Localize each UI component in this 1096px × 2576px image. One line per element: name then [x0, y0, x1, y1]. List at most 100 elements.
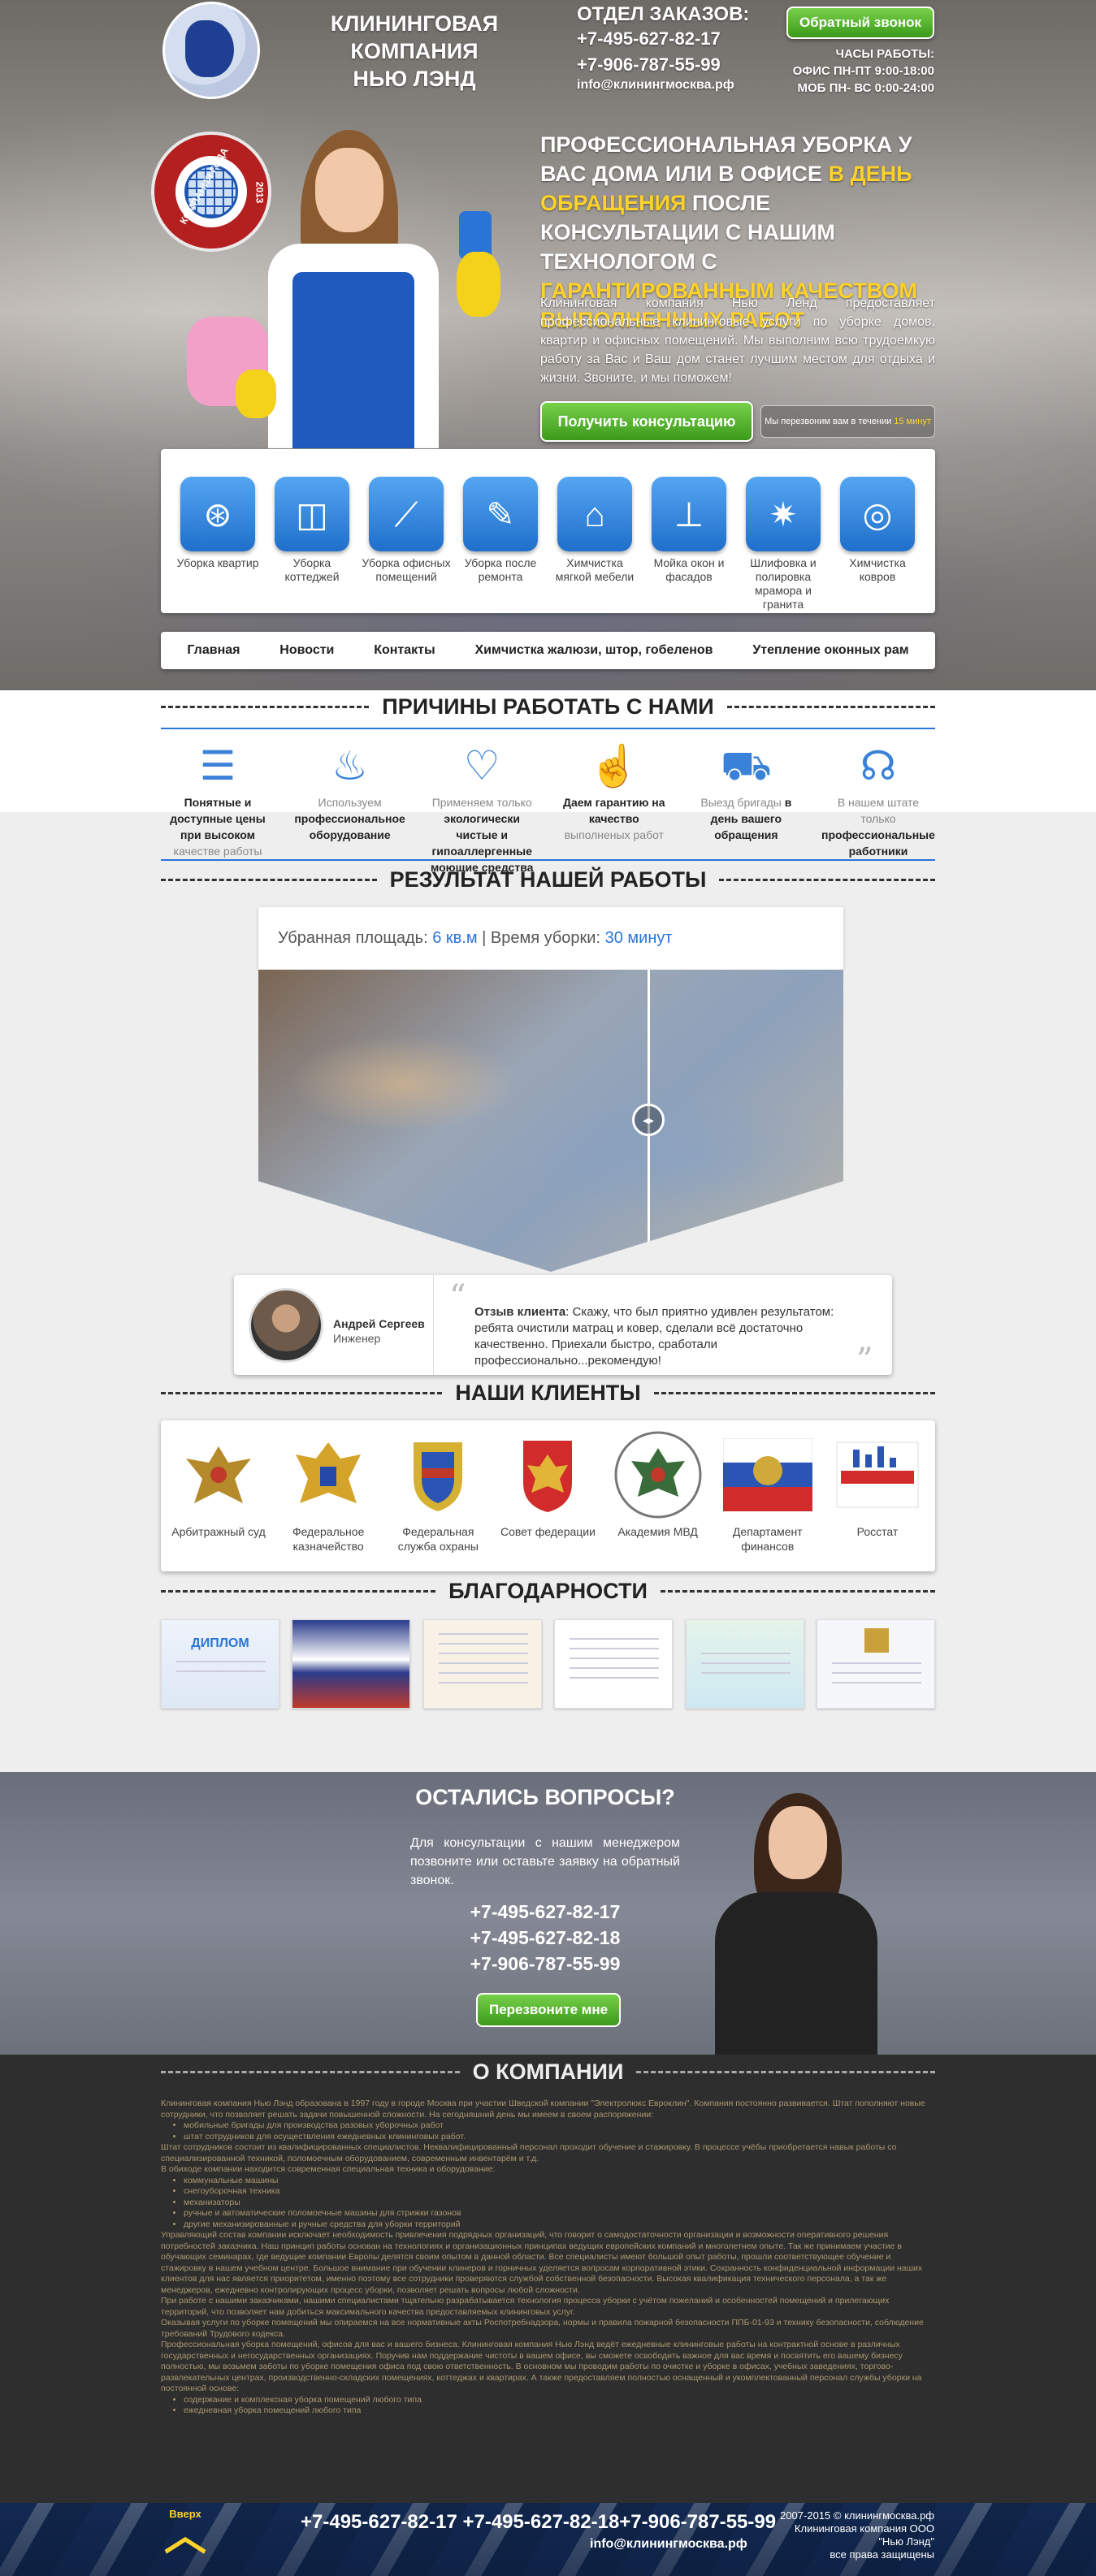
- nav-home[interactable]: Главная: [187, 643, 240, 658]
- thanks-letter[interactable]: [685, 1619, 804, 1709]
- reason-light: Применяем только: [431, 796, 532, 809]
- thanks-letter[interactable]: [292, 1619, 411, 1709]
- callnote-time: 15 минут: [894, 417, 931, 426]
- result-stats: Убранная площадь: 6 кв.м | Время уборки:…: [258, 907, 843, 970]
- service-item[interactable]: ⟋ Уборка офисных помещений: [359, 477, 453, 613]
- about-list-item: содержание и комплексная уборка помещени…: [184, 2395, 935, 2406]
- main-nav: Главная Новости Контакты Химчистка жалюз…: [161, 632, 935, 669]
- header-phone-1[interactable]: +7-495-627-82-17: [577, 26, 749, 52]
- service-item[interactable]: ◎ Химчистка ковров: [830, 477, 925, 613]
- company-name-line1: КЛИНИНГОВАЯ КОМПАНИЯ: [330, 11, 499, 63]
- quote-open-icon: “: [449, 1278, 466, 1316]
- client-item[interactable]: Совет федерации: [498, 1430, 597, 1571]
- reason-item: ☰ Понятные и доступные цены при высоком к…: [161, 737, 275, 875]
- client-review: Андрей Сергеев Инженер “ Отзыв клиента: …: [234, 1275, 892, 1379]
- callback-button[interactable]: Обратный звонок: [786, 6, 934, 39]
- broom-icon: ⟋: [369, 477, 444, 551]
- service-item[interactable]: ⌂ Химчистка мягкой мебели: [548, 477, 642, 613]
- client-label: Академия МВД: [617, 1525, 698, 1538]
- questions-phones: +7-495-627-82-17 +7-495-627-82-18 +7-906…: [410, 1899, 680, 1977]
- reviewer-avatar: [249, 1288, 323, 1363]
- client-item[interactable]: Федеральное казначейство: [279, 1430, 378, 1571]
- service-item[interactable]: ✷ Шлифовка и полировка мрамора и гранита: [736, 477, 830, 613]
- service-label: Шлифовка и полировка мрамора и гранита: [750, 556, 817, 611]
- service-label: Химчистка мягкой мебели: [555, 556, 635, 583]
- coins-icon: ☰: [199, 743, 236, 789]
- orders-block: ОТДЕЛ ЗАКАЗОВ: +7-495-627-82-17 +7-906-7…: [577, 3, 749, 93]
- reasons-list: ☰ Понятные и доступные цены при высоком к…: [161, 737, 935, 875]
- call-me-button[interactable]: Перезвоните мне: [476, 1993, 621, 2027]
- clients-list: Арбитражный суд Федеральное казначейство…: [161, 1420, 935, 1571]
- client-item[interactable]: Арбитражный суд: [169, 1430, 268, 1571]
- thanks-letter[interactable]: ДИПЛОМ: [161, 1619, 279, 1709]
- chevron-up-icon: ︿: [163, 2513, 206, 2560]
- about-title: О КОМПАНИИ: [161, 2060, 935, 2085]
- service-item[interactable]: ✎ Уборка после ремонта: [453, 477, 548, 613]
- about-list: мобильные бригады для производства разов…: [184, 2120, 935, 2142]
- about-paragraph: Управляющий состав компании исключает не…: [161, 2230, 923, 2295]
- services-panel: ⊛ Уборка квартир ◫ Уборка коттеджей ⟋ Уборк…: [161, 449, 935, 613]
- service-label: Химчистка ковров: [849, 556, 906, 583]
- about-list-item: другие механизированные и ручные средств…: [184, 2219, 935, 2231]
- client-item[interactable]: Федеральная служба охраны: [388, 1430, 487, 1571]
- company-logo[interactable]: [162, 2, 260, 99]
- client-item[interactable]: Росстат: [828, 1430, 927, 1571]
- client-item[interactable]: Академия МВД: [609, 1430, 708, 1571]
- reason-item: ⛟ Выезд бригады в день вашего обращения: [689, 737, 803, 875]
- reason-light: Выезд бригады: [700, 796, 782, 809]
- reason-item: ♨ Используем профессиональное оборудовани…: [293, 737, 407, 875]
- quote-close-icon: ”: [856, 1342, 873, 1379]
- service-label: Мойка окон и фасадов: [653, 556, 725, 583]
- about-list-item: мобильные бригады для производства разов…: [184, 2120, 935, 2132]
- client-item[interactable]: Департамент финансов: [718, 1430, 817, 1571]
- thanks-title-text: БЛАГОДАРНОСТИ: [448, 1579, 648, 1603]
- area-label: Убранная площадь:: [278, 929, 428, 947]
- nav-contacts[interactable]: Контакты: [374, 643, 435, 658]
- nav-dry-cleaning[interactable]: Химчистка жалюзи, штор, гобеленов: [474, 643, 713, 658]
- about-list-item: коммунальные машины: [184, 2176, 935, 2187]
- service-label: Уборка квартир: [176, 556, 259, 569]
- nav-news[interactable]: Новости: [279, 643, 334, 658]
- thanks-letter[interactable]: [816, 1619, 935, 1709]
- flag-emblem-icon: [718, 1430, 817, 1519]
- header-email[interactable]: info@клинингмосква.рф: [577, 78, 749, 93]
- eagle-emblem-icon: [169, 1430, 268, 1519]
- round-emblem-icon: [609, 1430, 708, 1519]
- stats-separator: |: [482, 929, 487, 947]
- reason-light: В нашем штате только: [837, 796, 920, 825]
- client-label: Росстат: [856, 1525, 899, 1538]
- thanks-letter[interactable]: [554, 1619, 674, 1709]
- sprayer-icon: ♨: [331, 743, 368, 789]
- about-paragraph: В обиходе компании находится современная…: [161, 2164, 496, 2174]
- footer-phones[interactable]: +7-495-627-82-17 +7-495-627-82-18+7-906-…: [301, 2511, 776, 2534]
- service-item[interactable]: ⊥ Мойка окон и фасадов: [642, 477, 736, 613]
- thanks-letter[interactable]: [422, 1619, 542, 1709]
- service-item[interactable]: ⊛ Уборка квартир: [171, 477, 265, 613]
- about-paragraph: Профессиональная уборка помещений, офисо…: [161, 2340, 922, 2393]
- get-consultation-button[interactable]: Получить консультацию: [540, 401, 753, 442]
- copyright-line: "Нью Лэнд": [878, 2535, 934, 2548]
- about-list-item: штат сотрудников для осуществления ежедн…: [184, 2132, 935, 2143]
- scroll-up-button[interactable]: Вверх ︿: [161, 2508, 210, 2560]
- footer-email[interactable]: info@клинингмосква.рф: [590, 2537, 747, 2552]
- about-list-item: ручные и автоматические поломоечные маши…: [184, 2208, 935, 2219]
- questions-phone-2[interactable]: +7-495-627-82-18: [410, 1925, 680, 1951]
- header-phone-2[interactable]: +7-906-787-55-99: [577, 52, 749, 78]
- reasons-title-text: ПРИЧИНЫ РАБОТАТЬ С НАМИ: [382, 694, 714, 719]
- about-paragraph: Клининговая компания Нью Лэнд образована…: [161, 2098, 925, 2120]
- reasons-title: ПРИЧИНЫ РАБОТАТЬ С НАМИ: [161, 694, 935, 720]
- carpet-icon: ◎: [840, 477, 915, 551]
- reason-bold: Понятные и доступные цены при высоком: [170, 796, 266, 841]
- client-label: Федеральная служба охраны: [397, 1525, 479, 1553]
- service-label: Уборка офисных помещений: [362, 556, 451, 583]
- hours-office: ОФИС ПН-ПТ 9:00-18:00: [792, 64, 934, 78]
- questions-phone-1[interactable]: +7-495-627-82-17: [410, 1899, 680, 1925]
- slider-handle-icon[interactable]: ◂▸: [632, 1104, 665, 1136]
- service-item[interactable]: ◫ Уборка коттеджей: [265, 477, 359, 613]
- heart-icon: ♡: [463, 743, 500, 789]
- bucket-icon: ◫: [275, 477, 349, 551]
- nav-window-insulation[interactable]: Утепление оконных рам: [752, 643, 908, 658]
- questions-phone-3[interactable]: +7-906-787-55-99: [410, 1951, 680, 1977]
- hours-title: ЧАСЫ РАБОТЫ:: [835, 47, 935, 61]
- before-after-slider[interactable]: ◂▸: [258, 970, 843, 1272]
